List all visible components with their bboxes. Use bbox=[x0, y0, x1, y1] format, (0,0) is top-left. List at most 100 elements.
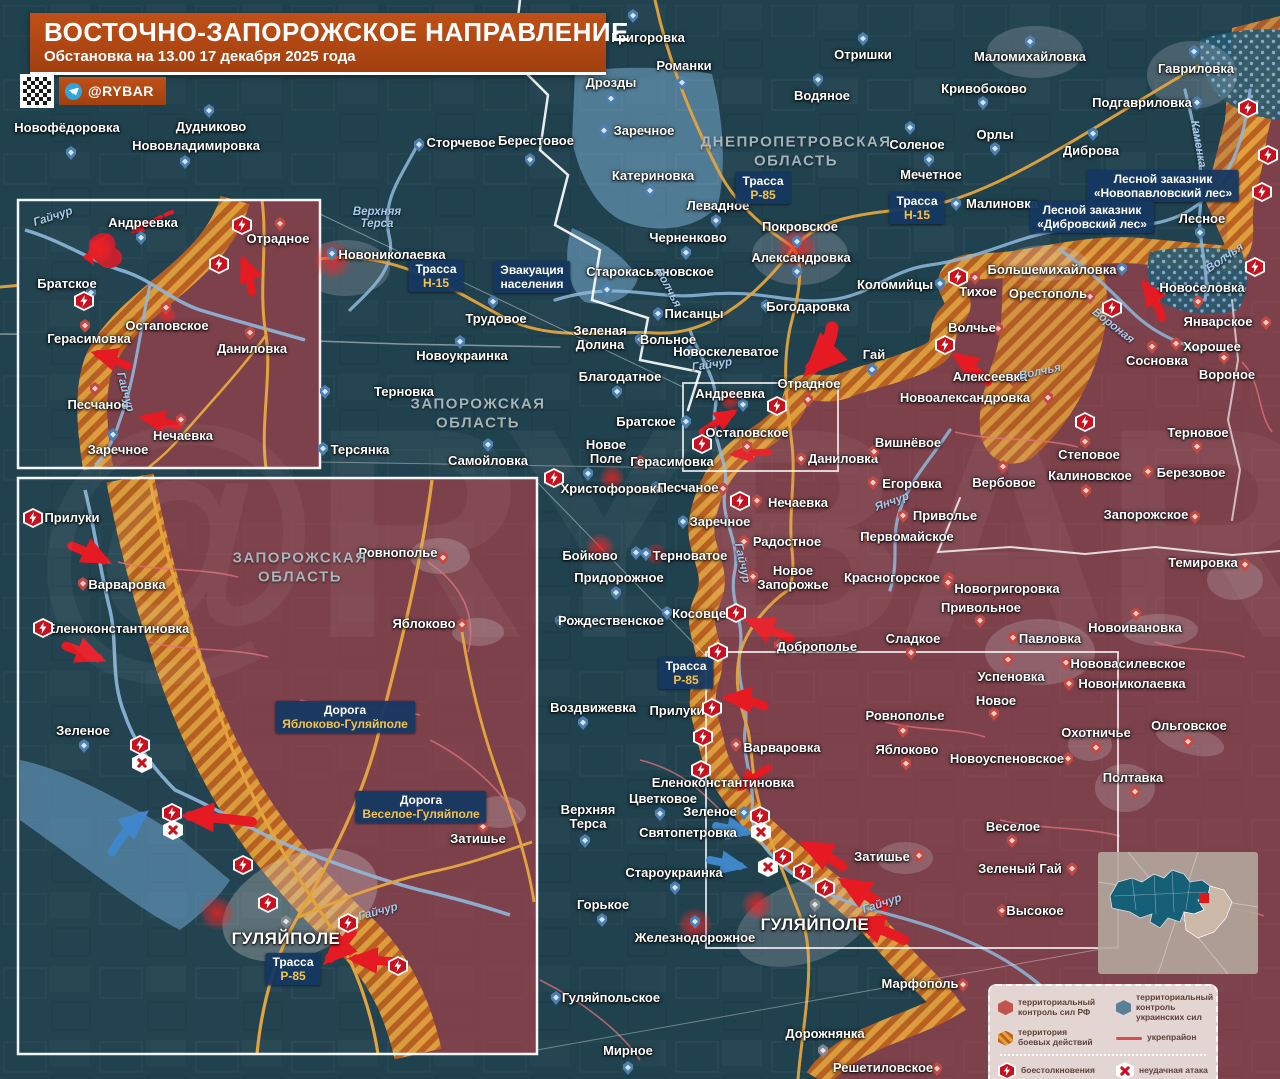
map-pin-ukraine[interactable] bbox=[950, 197, 962, 211]
map-pin-russia[interactable] bbox=[1129, 785, 1141, 799]
clash-icon[interactable] bbox=[23, 508, 43, 528]
clash-icon[interactable] bbox=[544, 468, 564, 488]
clash-icon[interactable] bbox=[258, 893, 278, 913]
map-pin-ukraine[interactable] bbox=[65, 146, 77, 160]
clash-icon[interactable] bbox=[702, 698, 722, 718]
map-pin-ukraine[interactable] bbox=[923, 153, 935, 167]
map-pin-ukraine[interactable] bbox=[524, 153, 536, 167]
clash-icon[interactable] bbox=[1245, 257, 1265, 277]
map-pin-russia[interactable] bbox=[897, 724, 909, 738]
map-pin-russia[interactable] bbox=[1146, 340, 1158, 354]
map-pin-russia[interactable] bbox=[897, 509, 909, 523]
map-pin-russia[interactable] bbox=[1142, 465, 1154, 479]
map-pin-russia[interactable] bbox=[89, 382, 101, 396]
map-pin-neutral[interactable] bbox=[817, 1044, 829, 1058]
map-pin-russia[interactable] bbox=[1192, 295, 1204, 309]
clash-icon[interactable] bbox=[767, 396, 787, 416]
map-pin-russia[interactable] bbox=[1189, 510, 1201, 524]
map-pin-russia[interactable] bbox=[1042, 391, 1054, 405]
map-pin-russia[interactable] bbox=[1239, 558, 1251, 572]
map-pin-ukraine[interactable] bbox=[135, 231, 147, 245]
clash-icon[interactable] bbox=[130, 735, 150, 755]
map-pin-ukraine[interactable] bbox=[203, 104, 215, 118]
clash-icon[interactable] bbox=[338, 913, 358, 933]
map-pin-russia[interactable] bbox=[1007, 631, 1019, 645]
map-pin-russia[interactable] bbox=[1260, 316, 1272, 330]
map-pin-ukraine[interactable] bbox=[550, 991, 562, 1005]
map-pin-ukraine[interactable] bbox=[989, 142, 1001, 156]
map-pin-russia[interactable] bbox=[175, 413, 187, 427]
map-pin-russia[interactable] bbox=[77, 577, 89, 591]
map-pin-ukraine[interactable] bbox=[680, 415, 692, 429]
clash-icon[interactable] bbox=[1258, 145, 1278, 165]
map-pin-ukraine[interactable] bbox=[598, 124, 610, 138]
map-pin-russia[interactable] bbox=[905, 646, 917, 660]
map-pin-ukraine[interactable] bbox=[904, 121, 916, 135]
map-pin-ukraine[interactable] bbox=[652, 307, 664, 321]
map-pin-russia[interactable] bbox=[1090, 741, 1102, 755]
map-pin-ukraine[interactable] bbox=[579, 834, 591, 848]
situation-map[interactable]: @RYBAR ГригоровкаРоманкиДроздыОтришкиВод… bbox=[0, 0, 1280, 1079]
map-pin-ukraine[interactable] bbox=[622, 1061, 634, 1075]
clash-icon[interactable] bbox=[74, 291, 94, 311]
map-pin-russia[interactable] bbox=[900, 757, 912, 771]
brand-strip[interactable]: @RYBAR bbox=[59, 77, 166, 105]
clash-icon[interactable] bbox=[388, 956, 408, 976]
map-pin-ukraine[interactable] bbox=[1116, 262, 1128, 276]
map-pin-ukraine[interactable] bbox=[413, 138, 425, 152]
map-pin-russia[interactable] bbox=[1063, 677, 1075, 691]
map-pin-ukraine[interactable] bbox=[610, 586, 622, 600]
map-pin-ukraine[interactable] bbox=[107, 428, 119, 442]
failed-attack-icon[interactable] bbox=[163, 820, 183, 840]
map-pin-ukraine[interactable] bbox=[1191, 96, 1203, 110]
map-pin-ukraine[interactable] bbox=[680, 246, 692, 260]
map-pin-ukraine[interactable] bbox=[866, 363, 878, 377]
map-pin-russia[interactable] bbox=[741, 440, 753, 454]
map-pin-russia[interactable] bbox=[1191, 440, 1203, 454]
map-pin-ukraine[interactable] bbox=[857, 32, 869, 46]
map-pin-russia[interactable] bbox=[988, 707, 1000, 721]
map-pin-ukraine[interactable] bbox=[611, 385, 623, 399]
map-pin-ukraine[interactable] bbox=[582, 467, 594, 481]
map-pin-ukraine[interactable] bbox=[738, 806, 750, 820]
map-pin-russia[interactable] bbox=[957, 978, 969, 992]
map-pin-russia[interactable] bbox=[802, 393, 814, 407]
map-pin-russia[interactable] bbox=[1182, 735, 1194, 749]
map-pin-russia[interactable] bbox=[1130, 607, 1142, 621]
map-pin-russia[interactable] bbox=[1002, 653, 1014, 667]
map-pin-ukraine[interactable] bbox=[654, 807, 666, 821]
map-pin-russia[interactable] bbox=[997, 460, 1009, 474]
failed-attack-icon[interactable] bbox=[758, 857, 778, 877]
map-pin-russia[interactable] bbox=[437, 551, 449, 565]
map-pin-ukraine[interactable] bbox=[601, 283, 613, 297]
map-pin-russia[interactable] bbox=[751, 494, 763, 508]
map-pin-russia[interactable] bbox=[1170, 337, 1182, 351]
map-pin-russia[interactable] bbox=[795, 452, 807, 466]
map-pin-russia[interactable] bbox=[717, 482, 729, 496]
map-pin-ukraine[interactable] bbox=[596, 913, 608, 927]
clash-icon[interactable] bbox=[691, 760, 711, 780]
map-pin-russia[interactable] bbox=[974, 614, 986, 628]
map-pin-ukraine[interactable] bbox=[1024, 35, 1036, 49]
map-pin-ukraine[interactable] bbox=[487, 295, 499, 309]
map-pin-ukraine[interactable] bbox=[317, 442, 329, 456]
clash-icon[interactable] bbox=[1238, 98, 1258, 118]
clash-icon[interactable] bbox=[33, 618, 53, 638]
map-pin-ukraine[interactable] bbox=[179, 155, 191, 169]
clash-icon[interactable] bbox=[1252, 182, 1272, 202]
map-pin-russia[interactable] bbox=[730, 738, 742, 752]
map-pin-ukraine[interactable] bbox=[812, 73, 824, 87]
map-pin-ukraine[interactable] bbox=[669, 881, 681, 895]
clash-icon[interactable] bbox=[935, 335, 955, 355]
map-pin-russia[interactable] bbox=[274, 217, 286, 231]
map-pin-ukraine[interactable] bbox=[710, 214, 722, 228]
map-pin-ukraine[interactable] bbox=[677, 515, 689, 529]
clash-icon[interactable] bbox=[232, 215, 252, 235]
failed-attack-icon[interactable] bbox=[132, 753, 152, 773]
map-pin-russia[interactable] bbox=[867, 476, 879, 490]
clash-icon[interactable] bbox=[726, 603, 746, 623]
map-pin-ukraine[interactable] bbox=[644, 184, 656, 198]
map-pin-russia[interactable] bbox=[1080, 484, 1092, 498]
map-pin-russia[interactable] bbox=[456, 618, 468, 632]
map-pin-ukraine[interactable] bbox=[934, 277, 946, 291]
